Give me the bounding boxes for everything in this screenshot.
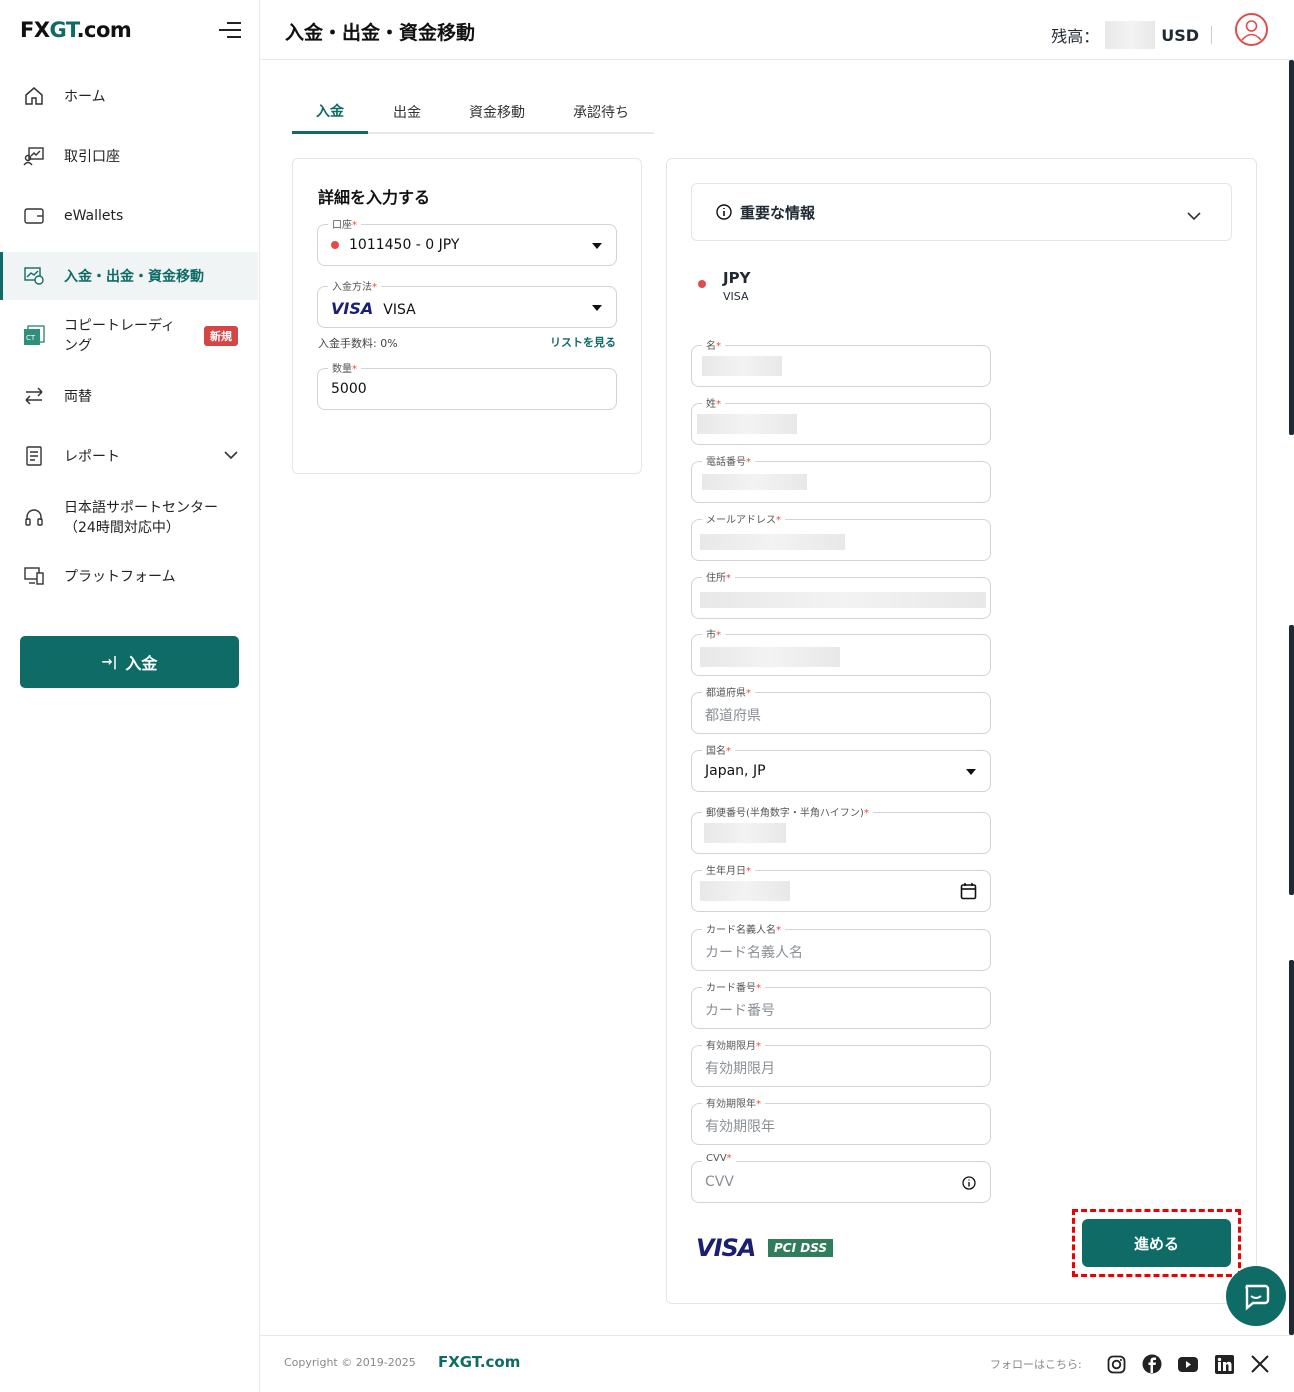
amount-input[interactable]: 数量* 5000 (317, 360, 617, 410)
instagram-icon[interactable] (1106, 1354, 1126, 1374)
balance: 残高： USD (1051, 21, 1212, 49)
menu-toggle-icon[interactable] (219, 22, 241, 40)
sidebar-item-exchange[interactable]: 両替 (0, 372, 258, 420)
cvv-field[interactable]: CVV* CVV (691, 1153, 991, 1203)
sidebar-item-reports[interactable]: レポート (0, 432, 258, 480)
svg-text:CT: CT (26, 334, 36, 342)
phone-field[interactable]: 電話番号* (691, 453, 991, 503)
copy-trading-icon: CT (22, 324, 46, 348)
expiry-year-field[interactable]: 有効期限年* 有効期限年 (691, 1095, 991, 1145)
info-icon[interactable] (962, 1175, 976, 1194)
city-field[interactable]: 市* (691, 626, 991, 676)
tab-pending[interactable]: 承認待ち (548, 90, 654, 134)
card-holder-field[interactable]: カード名義人名* カード名義人名 (691, 921, 991, 971)
caret-down-icon (592, 305, 602, 311)
method-select[interactable]: 入金方法* VISA VISA (317, 278, 617, 328)
important-info-accordion[interactable]: 重要な情報 (691, 183, 1232, 241)
sidebar-item-label: 取引口座 (64, 149, 120, 165)
chat-icon (1245, 1284, 1270, 1311)
new-badge: 新規 (204, 326, 238, 346)
details-title: 詳細を入力する (318, 188, 431, 207)
view-list-link[interactable]: リストを見る (550, 334, 616, 350)
youtube-icon[interactable] (1178, 1354, 1198, 1374)
card-number-field[interactable]: カード番号* カード番号 (691, 979, 991, 1029)
sidebar-item-label: プラットフォーム (64, 569, 176, 585)
tabs: 入金 出金 資金移動 承認待ち (292, 90, 654, 134)
linkedin-icon[interactable] (1214, 1354, 1234, 1374)
currency-dot (698, 280, 706, 288)
sidebar-item-ewallets[interactable]: eWallets (0, 192, 258, 240)
chat-button[interactable] (1226, 1266, 1286, 1326)
proceed-button[interactable]: 進める (1082, 1219, 1231, 1267)
funds-transfer-icon (22, 264, 46, 288)
last-name-field[interactable]: 姓* (691, 395, 991, 445)
page-title: 入金・出金・資金移動 (285, 22, 476, 44)
tab-deposit[interactable]: 入金 (292, 90, 368, 134)
account-select[interactable]: 口座* 1011450 - 0 JPY (317, 216, 617, 266)
report-icon (22, 444, 46, 468)
chevron-down-icon (224, 448, 238, 464)
wallet-icon (22, 204, 46, 228)
facebook-icon[interactable] (1142, 1354, 1162, 1374)
scrollbar-thumb[interactable] (1289, 625, 1294, 895)
scrollbar-thumb[interactable] (1289, 960, 1294, 1335)
balance-value-redacted (1105, 21, 1156, 49)
chevron-down-icon (1187, 206, 1201, 225)
sidebar: FXGT.com ホーム 取引口座 eWallets 入金・出金・資金移動 CT… (0, 0, 260, 1392)
footer-brand-link[interactable]: FXGT.com (438, 1353, 520, 1371)
sidebar-item-platform[interactable]: プラットフォーム (0, 552, 258, 600)
sidebar-item-label: レポート (64, 449, 120, 465)
platform-icon (22, 564, 46, 588)
sidebar-item-accounts[interactable]: 取引口座 (0, 132, 258, 180)
fxgt-logo[interactable]: FXGT.com (20, 18, 132, 42)
sidebar-item-home[interactable]: ホーム (0, 72, 258, 120)
trading-account-icon (22, 144, 46, 168)
sidebar-item-label: 入金・出金・資金移動 (64, 269, 204, 285)
sidebar-item-label: コピートレーディ ング (64, 318, 176, 354)
country-select[interactable]: 国名* Japan, JP (691, 742, 991, 792)
address-field[interactable]: 住所* (691, 569, 991, 619)
scrollbar-thumb[interactable] (1289, 60, 1294, 435)
postal-code-field[interactable]: 郵便番号(半角数字・半角ハイフン)* (691, 804, 991, 854)
sidebar-item-label: eWallets (64, 208, 124, 224)
email-field[interactable]: メールアドレス* (691, 511, 991, 561)
deposit-button[interactable]: →| 入金 (20, 636, 239, 688)
status-dot (331, 241, 339, 249)
prefecture-field[interactable]: 都道府県* 都道府県 (691, 684, 991, 734)
fee-text: 入金手数料: 0% (318, 337, 398, 350)
tab-withdraw[interactable]: 出金 (368, 90, 446, 134)
user-avatar-icon[interactable] (1235, 13, 1268, 46)
top-bar: 入金・出金・資金移動 残高： USD (260, 0, 1294, 60)
expiry-month-field[interactable]: 有効期限月* 有効期限月 (691, 1037, 991, 1087)
headset-icon (22, 506, 46, 530)
exchange-icon (22, 384, 46, 408)
sidebar-item-label: 両替 (64, 389, 92, 405)
deposit-arrow-icon: →| (101, 654, 118, 670)
footer: Copyright © 2019-2025 FXGT.com フォローはこちら: (260, 1335, 1294, 1392)
visa-logo: VISA (331, 299, 374, 318)
caret-down-icon (592, 243, 602, 249)
calendar-icon[interactable] (960, 882, 977, 904)
x-twitter-icon[interactable] (1250, 1354, 1270, 1374)
birth-date-field[interactable]: 生年月日* (691, 862, 991, 912)
sidebar-item-copy-trading[interactable]: CT コピートレーディ ング 新規 (0, 312, 258, 360)
info-icon (716, 204, 732, 224)
home-icon (22, 84, 46, 108)
sidebar-item-label: 日本語サポートセンター （24時間対応中） (64, 500, 218, 536)
sidebar-item-support[interactable]: 日本語サポートセンター （24時間対応中） (0, 492, 258, 544)
tab-transfer[interactable]: 資金移動 (446, 90, 548, 134)
pci-dss-logo: PCI DSS (768, 1236, 834, 1260)
first-name-field[interactable]: 名* (691, 337, 991, 387)
sidebar-item-funds[interactable]: 入金・出金・資金移動 (0, 252, 258, 300)
details-card: 詳細を入力する 口座* 1011450 - 0 JPY 入金方法* VISA VI… (292, 158, 642, 474)
sidebar-item-label: ホーム (64, 89, 106, 105)
caret-down-icon (966, 769, 976, 775)
visa-logo: VISA (696, 1234, 756, 1262)
